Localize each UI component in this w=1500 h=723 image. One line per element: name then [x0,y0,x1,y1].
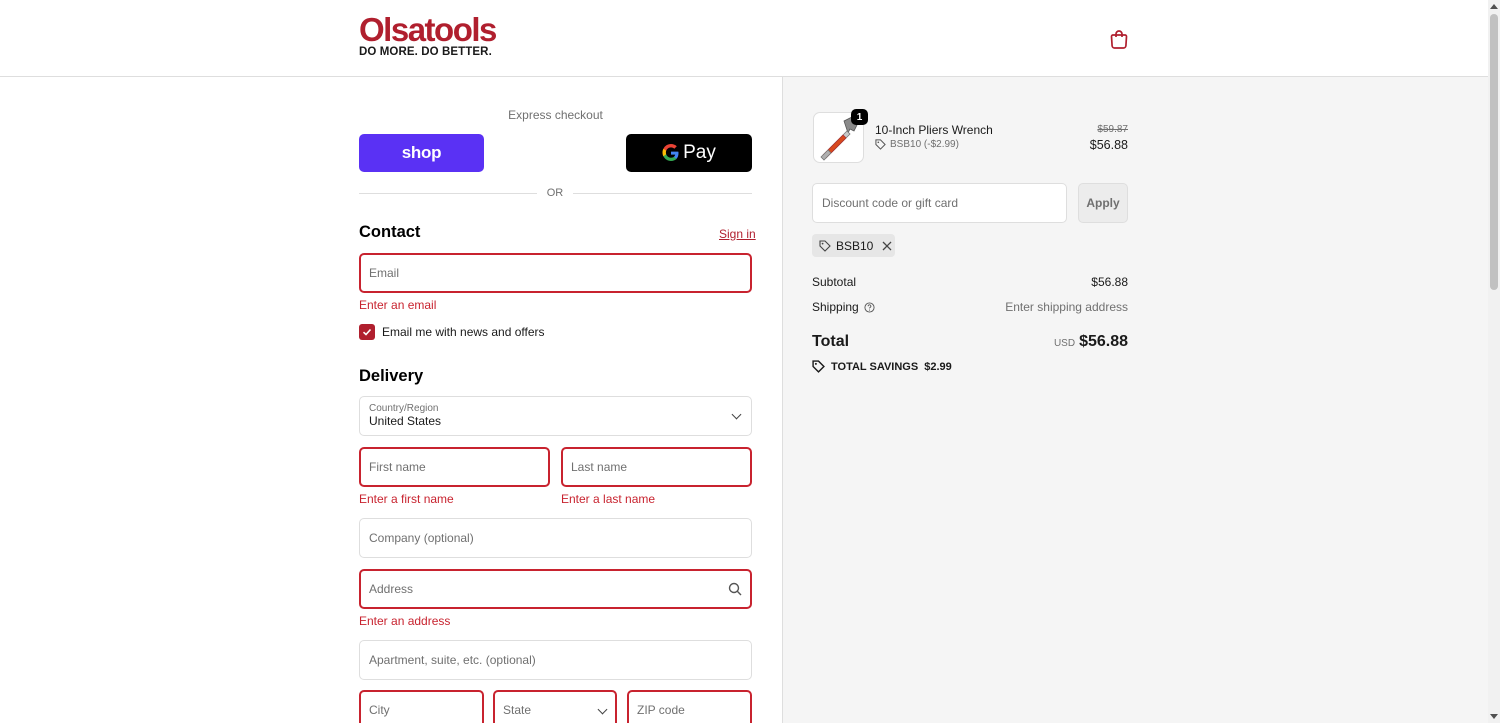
original-price: $59.87 [1097,124,1128,135]
sign-in-link[interactable]: Sign in [719,227,756,241]
savings-value: $2.99 [924,360,952,373]
state-select[interactable]: State [493,690,617,723]
apply-button[interactable]: Apply [1078,183,1128,223]
shipping-row-label: Shipping [812,300,875,314]
divider-or: OR [546,187,564,199]
checkmark-icon [362,328,372,336]
apartment-field[interactable]: Apartment, suite, etc. (optional) [359,640,752,680]
first-name-placeholder: First name [369,460,426,474]
scroll-down-arrow-icon[interactable] [1490,714,1498,719]
email-error: Enter an email [359,298,437,312]
email-field[interactable]: Email [359,253,752,293]
shopping-bag-icon[interactable] [1109,28,1129,50]
site-header: Olsatools DO MORE. DO BETTER. [0,0,1488,77]
shop-pay-button[interactable]: shop [359,134,484,172]
shipping-value: Enter shipping address [1005,300,1128,314]
total-label: Total [812,333,850,350]
zip-field[interactable]: ZIP code [627,690,752,723]
page-scrollbar[interactable] [1488,0,1500,723]
site-logo[interactable]: Olsatools DO MORE. DO BETTER. [359,11,497,58]
currency-code: USD [1053,338,1076,349]
first-name-field[interactable]: First name [359,447,550,487]
google-pay-button[interactable]: Pay [626,134,752,172]
country-value: United States [369,414,442,428]
order-summary-panel [782,77,1488,723]
subtotal-value: $56.88 [1091,275,1128,289]
help-icon[interactable] [864,301,875,313]
state-placeholder: State [503,703,532,717]
delivery-heading: Delivery [359,367,424,385]
zip-placeholder: ZIP code [637,703,685,717]
product-discount: BSB10 (-$2.99) [875,139,959,150]
city-field[interactable]: City [359,690,484,723]
google-pay-label: Pay [683,142,716,163]
chevron-down-icon [597,704,608,715]
country-label: Country/Region [369,403,439,414]
address-field[interactable]: Address [359,569,752,609]
scroll-up-arrow-icon[interactable] [1490,4,1498,9]
subtotal-label: Subtotal [812,275,857,289]
country-select[interactable]: Country/Region United States [359,396,752,436]
shop-pay-label: shop [401,143,442,162]
product-price: $56.88 [1089,138,1128,152]
google-g-icon [662,144,679,161]
discount-code-input[interactable]: Discount code or gift card [812,183,1067,223]
divider-line [359,193,537,194]
city-placeholder: City [369,703,390,717]
news-checkbox[interactable] [359,324,375,340]
email-placeholder: Email [369,266,400,280]
apartment-placeholder: Apartment, suite, etc. (optional) [369,653,536,667]
scrollbar-thumb[interactable] [1490,14,1498,290]
search-icon[interactable] [728,582,742,596]
company-field[interactable]: Company (optional) [359,518,752,558]
last-name-error: Enter a last name [561,492,656,506]
product-discount-text: BSB10 (-$2.99) [890,139,959,150]
tag-icon [819,239,831,252]
logo-wordmark: Olsatools [359,11,497,48]
last-name-placeholder: Last name [571,460,628,474]
tag-icon [812,360,825,373]
savings-label: TOTAL SAVINGS [831,360,919,373]
divider-line [573,193,752,194]
product-name: 10-Inch Pliers Wrench [875,123,993,137]
quantity-badge: 1 [851,109,868,125]
close-icon[interactable] [882,241,892,251]
logo-tagline: DO MORE. DO BETTER. [359,46,492,58]
tag-icon [875,139,886,150]
shipping-label: Shipping [812,300,859,314]
total-savings: TOTAL SAVINGS $2.99 [812,360,952,373]
news-checkbox-label[interactable]: Email me with news and offers [382,325,545,339]
total-amount: $56.88 [1079,333,1128,350]
company-placeholder: Company (optional) [369,531,474,545]
first-name-error: Enter a first name [359,492,454,506]
address-error: Enter an address [359,614,451,628]
contact-heading: Contact [359,223,421,241]
address-placeholder: Address [369,582,414,596]
apply-label: Apply [1086,196,1120,210]
last-name-field[interactable]: Last name [561,447,752,487]
applied-code-text: BSB10 [836,238,874,253]
discount-placeholder: Discount code or gift card [822,196,959,210]
express-checkout-title: Express checkout [508,108,603,122]
total-value-group: USD $56.88 [1000,333,1128,351]
applied-code-chip: BSB10 [812,234,895,257]
